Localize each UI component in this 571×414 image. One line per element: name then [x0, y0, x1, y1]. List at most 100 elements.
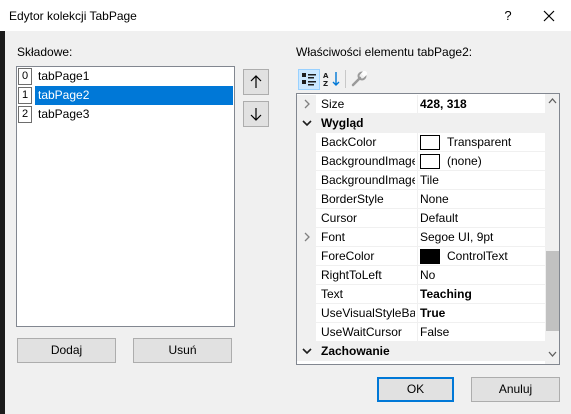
categorized-view-button[interactable]: [298, 69, 320, 90]
grid-row-margin: [297, 323, 316, 342]
property-row[interactable]: UseWaitCursor False: [297, 323, 545, 342]
column-divider: [417, 285, 418, 304]
grid-row-margin: [297, 266, 316, 285]
property-category[interactable]: Wygląd: [297, 114, 545, 133]
chevron-right-icon[interactable]: [302, 232, 312, 242]
column-divider: [417, 171, 418, 190]
help-button[interactable]: ?: [496, 4, 520, 28]
list-item[interactable]: 0 tabPage1: [17, 67, 234, 86]
chevron-right-icon[interactable]: [302, 99, 312, 109]
property-value[interactable]: Segoe UI, 9pt: [420, 228, 545, 247]
color-swatch: [420, 135, 440, 150]
scrollbar-thumb[interactable]: [546, 251, 559, 331]
column-divider: [417, 228, 418, 247]
grid-row-margin: [297, 285, 316, 304]
property-value[interactable]: Teaching: [420, 285, 545, 304]
category-name: Zachowanie: [321, 344, 390, 358]
property-row[interactable]: BackgroundImage (none): [297, 152, 545, 171]
sort-alphabetical-icon: A Z: [323, 72, 340, 87]
alphabetical-view-button[interactable]: A Z: [321, 69, 343, 90]
list-item-index: 0: [18, 68, 32, 85]
close-button[interactable]: [537, 4, 561, 28]
property-grid[interactable]: Size 428, 318 Wygląd BackColor Transparent Ba…: [296, 93, 560, 365]
property-row[interactable]: RightToLeft No: [297, 266, 545, 285]
grid-row-margin: [297, 247, 316, 266]
column-divider: [417, 133, 418, 152]
arrow-down-icon: [250, 108, 262, 121]
property-value[interactable]: True: [420, 304, 545, 323]
property-name: Font: [321, 230, 346, 244]
property-row[interactable]: UseVisualStyleBac True: [297, 304, 545, 323]
move-up-button[interactable]: [243, 69, 269, 95]
list-item-index: 2: [18, 106, 32, 123]
list-item-name: tabPage1: [38, 69, 90, 83]
property-row[interactable]: Cursor Default: [297, 209, 545, 228]
property-name: BackColor: [321, 135, 377, 149]
svg-text:Z: Z: [323, 80, 328, 87]
cancel-button[interactable]: Anuluj: [471, 377, 560, 402]
property-category[interactable]: Zachowanie: [297, 342, 545, 361]
property-name: RightToLeft: [321, 268, 382, 282]
property-value[interactable]: None: [420, 190, 545, 209]
property-value[interactable]: False: [420, 323, 545, 342]
column-divider: [417, 323, 418, 342]
property-name: UseVisualStyleBac: [321, 306, 415, 320]
grid-row-margin: [297, 304, 316, 323]
members-label: Składowe:: [17, 45, 73, 59]
toolbar-separator: [345, 70, 346, 88]
property-row[interactable]: Font Segoe UI, 9pt: [297, 228, 545, 247]
wrench-icon: [351, 71, 367, 87]
collection-editor-dialog: Edytor kolekcji TabPage ? Składowe: 0 tab…: [0, 0, 571, 414]
column-divider: [417, 247, 418, 266]
property-pages-button[interactable]: [348, 69, 370, 90]
members-list[interactable]: 0 tabPage1 1 tabPage2 2 tabPage3: [16, 66, 235, 327]
property-value[interactable]: (none): [447, 152, 545, 171]
background-window-edge: [0, 31, 5, 414]
grid-row-margin: [297, 171, 316, 190]
property-value[interactable]: Default: [420, 209, 545, 228]
property-value[interactable]: No: [420, 266, 545, 285]
column-divider: [417, 209, 418, 228]
list-item-index: 1: [18, 87, 32, 104]
remove-button[interactable]: Usuń: [133, 338, 232, 363]
property-value[interactable]: Transparent: [447, 133, 545, 152]
property-name: UseWaitCursor: [321, 325, 402, 339]
property-row[interactable]: BackgroundImage Tile: [297, 171, 545, 190]
property-name: BackgroundImage: [321, 154, 415, 168]
properties-label: Właściwości elementu tabPage2:: [296, 45, 473, 59]
chevron-down-icon[interactable]: [302, 118, 312, 128]
property-name: Text: [321, 287, 344, 301]
column-divider: [417, 266, 418, 285]
title-bar: Edytor kolekcji TabPage ?: [0, 0, 571, 31]
chevron-down-icon[interactable]: [302, 346, 312, 356]
property-row[interactable]: Size 428, 318: [297, 95, 545, 114]
arrow-up-icon: [250, 75, 262, 88]
property-name: BackgroundImage: [321, 173, 415, 187]
move-down-button[interactable]: [243, 101, 269, 127]
list-item[interactable]: 2 tabPage3: [17, 105, 234, 124]
color-swatch: [420, 154, 440, 169]
property-value[interactable]: Tile: [420, 171, 545, 190]
property-value[interactable]: ControlText: [447, 247, 545, 266]
list-item-name: tabPage2: [38, 88, 90, 102]
svg-text:A: A: [323, 72, 329, 80]
grid-row-margin: [297, 190, 316, 209]
list-item-name: tabPage3: [38, 107, 90, 121]
list-item[interactable]: 1 tabPage2: [17, 86, 234, 105]
property-value[interactable]: 428, 318: [420, 95, 545, 114]
grid-row-margin: [297, 133, 316, 152]
property-name: Size: [321, 97, 345, 111]
property-name: ForeColor: [321, 249, 375, 263]
window-title: Edytor kolekcji TabPage: [9, 9, 137, 23]
scroll-down-icon[interactable]: [548, 351, 557, 357]
category-name: Wygląd: [321, 116, 364, 130]
color-swatch: [420, 249, 440, 264]
scroll-up-icon[interactable]: [548, 98, 557, 104]
property-row[interactable]: BorderStyle None: [297, 190, 545, 209]
property-row[interactable]: Text Teaching: [297, 285, 545, 304]
property-row[interactable]: ForeColor ControlText: [297, 247, 545, 266]
property-grid-scrollbar[interactable]: [545, 94, 559, 364]
add-button[interactable]: Dodaj: [17, 338, 116, 363]
ok-button[interactable]: OK: [377, 377, 454, 402]
property-row[interactable]: BackColor Transparent: [297, 133, 545, 152]
